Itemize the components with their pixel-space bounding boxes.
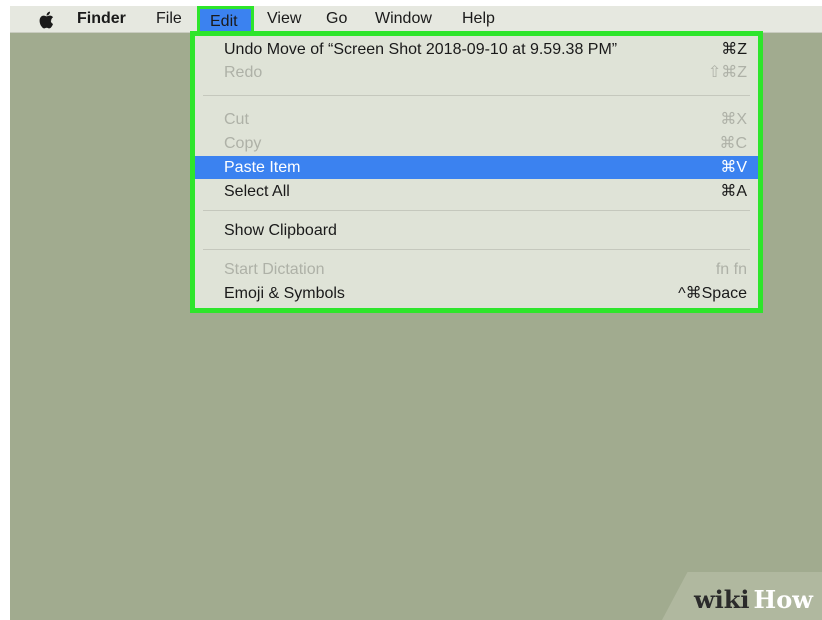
menu-go[interactable]: Go bbox=[326, 6, 347, 32]
menu-item-undo[interactable]: Undo Move of “Screen Shot 2018-09-10 at … bbox=[195, 38, 758, 61]
menu-view[interactable]: View bbox=[267, 6, 301, 32]
menu-separator bbox=[203, 249, 750, 250]
menu-item-select-all[interactable]: Select All ⌘A bbox=[195, 180, 758, 203]
menu-separator bbox=[203, 210, 750, 211]
menu-item-shortcut: ⌘A bbox=[720, 183, 747, 200]
menu-item-label: Start Dictation bbox=[224, 261, 325, 278]
menu-edit[interactable]: Edit bbox=[197, 6, 254, 32]
menu-item-label: Emoji & Symbols bbox=[224, 285, 345, 302]
watermark-how: How bbox=[753, 585, 813, 614]
menu-item-shortcut: fn fn bbox=[715, 261, 747, 278]
menu-item-label: Undo Move of “Screen Shot 2018-09-10 at … bbox=[224, 41, 618, 58]
menu-item-emoji-symbols[interactable]: Emoji & Symbols ^⌘Space bbox=[195, 282, 758, 305]
menu-item-label: Paste Item bbox=[224, 159, 301, 176]
edit-menu-dropdown: Undo Move of “Screen Shot 2018-09-10 at … bbox=[190, 31, 763, 313]
menu-item-label: Cut bbox=[224, 111, 249, 128]
menu-help[interactable]: Help bbox=[462, 6, 495, 32]
menu-item-label: Select All bbox=[224, 183, 290, 200]
menu-window[interactable]: Window bbox=[375, 6, 432, 32]
menu-item-start-dictation[interactable]: Start Dictation fn fn bbox=[195, 258, 758, 281]
menu-item-shortcut: ⌘C bbox=[719, 135, 747, 152]
menu-item-label: Redo bbox=[224, 64, 263, 81]
menu-finder[interactable]: Finder bbox=[77, 6, 126, 32]
menu-item-redo[interactable]: Redo ⇧⌘Z bbox=[195, 61, 758, 84]
apple-icon[interactable] bbox=[38, 6, 54, 32]
menu-bar: Finder File Edit View Go Window Help bbox=[10, 6, 822, 33]
menu-item-shortcut: ⌘Z bbox=[721, 41, 747, 58]
menu-item-shortcut: ^⌘Space bbox=[678, 285, 747, 302]
desktop: Finder File Edit View Go Window Help Und… bbox=[10, 6, 822, 620]
menu-file[interactable]: File bbox=[156, 6, 182, 32]
menu-item-paste-item[interactable]: Paste Item ⌘V bbox=[195, 156, 758, 179]
menu-separator bbox=[203, 95, 750, 96]
menu-item-label: Show Clipboard bbox=[224, 222, 337, 239]
menu-item-shortcut: ⇧⌘Z bbox=[707, 64, 747, 81]
watermark-wiki: wiki bbox=[694, 585, 750, 614]
menu-item-shortcut: ⌘V bbox=[720, 159, 747, 176]
menu-item-copy[interactable]: Copy ⌘C bbox=[195, 132, 758, 155]
wikihow-watermark: wiki How bbox=[694, 582, 813, 618]
menu-item-label: Copy bbox=[224, 135, 262, 152]
menu-item-cut[interactable]: Cut ⌘X bbox=[195, 108, 758, 131]
menu-item-show-clipboard[interactable]: Show Clipboard bbox=[195, 219, 758, 242]
menu-item-shortcut: ⌘X bbox=[720, 111, 747, 128]
